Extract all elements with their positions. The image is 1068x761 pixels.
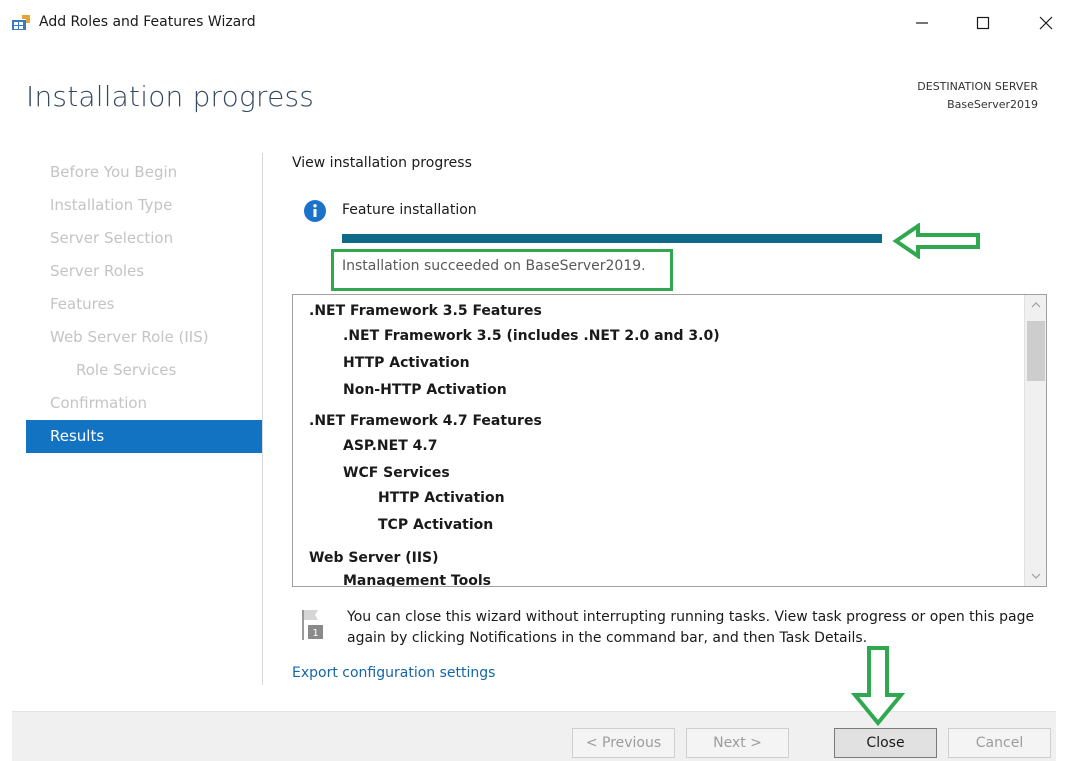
- destination-server-name: BaseServer2019: [947, 98, 1038, 111]
- destination-server-label: DESTINATION SERVER: [917, 80, 1038, 93]
- list-item: ASP.NET 4.7: [343, 438, 438, 454]
- results-list-content: .NET Framework 3.5 Features .NET Framewo…: [293, 295, 1024, 586]
- notification-flag-icon: 1: [302, 610, 323, 640]
- results-scrollbar[interactable]: [1024, 295, 1046, 586]
- section-label: View installation progress: [292, 155, 472, 171]
- previous-button[interactable]: < Previous: [572, 728, 675, 758]
- minimize-icon: [916, 22, 928, 24]
- nav-item-web-server-role: Web Server Role (IIS): [50, 328, 209, 346]
- maximize-button[interactable]: [969, 10, 997, 36]
- scroll-up-button[interactable]: [1025, 295, 1046, 315]
- window-title: Add Roles and Features Wizard: [39, 14, 256, 30]
- cancel-button[interactable]: Cancel: [948, 728, 1051, 758]
- title-bar: Add Roles and Features Wizard: [0, 0, 1068, 46]
- list-item: .NET Framework 4.7 Features: [309, 413, 542, 429]
- nav-item-features: Features: [50, 295, 115, 313]
- list-item: HTTP Activation: [343, 355, 470, 371]
- next-button[interactable]: Next >: [686, 728, 789, 758]
- nav-item-role-services: Role Services: [76, 361, 177, 379]
- scroll-down-button[interactable]: [1025, 566, 1046, 586]
- close-wizard-note: You can close this wizard without interr…: [347, 609, 1035, 646]
- annotation-arrow-left-icon: [892, 223, 980, 259]
- feature-installation-title: Feature installation: [342, 202, 477, 218]
- nav-item-results[interactable]: Results: [26, 420, 262, 453]
- list-item: WCF Services: [343, 465, 450, 481]
- svg-text:1: 1: [312, 628, 318, 639]
- nav-item-server-selection: Server Selection: [50, 229, 174, 247]
- chevron-down-icon: [1031, 573, 1041, 579]
- export-configuration-link[interactable]: Export configuration settings: [292, 665, 495, 681]
- nav-divider: [262, 153, 263, 685]
- maximize-icon: [976, 16, 990, 30]
- nav-item-confirmation: Confirmation: [50, 394, 148, 412]
- list-item: HTTP Activation: [378, 490, 505, 506]
- installation-progress-bar: [342, 234, 882, 243]
- installation-status: Installation succeeded on BaseServer2019…: [342, 258, 646, 274]
- window-close-button[interactable]: [1032, 10, 1060, 36]
- list-item: .NET Framework 3.5 (includes .NET 2.0 an…: [343, 328, 720, 344]
- page-title: Installation progress: [26, 80, 315, 113]
- list-item: Web Server (IIS): [309, 550, 439, 566]
- list-item: Management Tools: [343, 573, 491, 586]
- server-manager-icon: [12, 15, 30, 30]
- results-list[interactable]: .NET Framework 3.5 Features .NET Framewo…: [292, 294, 1047, 587]
- chevron-up-icon: [1031, 302, 1041, 308]
- list-item: Non-HTTP Activation: [343, 382, 507, 398]
- list-item: .NET Framework 3.5 Features: [309, 303, 542, 319]
- info-icon: [304, 200, 326, 222]
- wizard-steps-nav: Before You Begin Installation Type Serve…: [26, 156, 262, 453]
- annotation-arrow-down-icon: [851, 646, 905, 727]
- scroll-thumb[interactable]: [1027, 321, 1045, 381]
- minimize-button[interactable]: [908, 10, 936, 36]
- close-button[interactable]: Close: [834, 728, 937, 758]
- close-icon: [1039, 16, 1053, 30]
- list-item: TCP Activation: [378, 517, 494, 533]
- nav-item-server-roles: Server Roles: [50, 262, 145, 280]
- progress-fill: [342, 234, 882, 243]
- nav-item-before-you-begin: Before You Begin: [50, 163, 178, 181]
- nav-item-installation-type: Installation Type: [50, 196, 173, 214]
